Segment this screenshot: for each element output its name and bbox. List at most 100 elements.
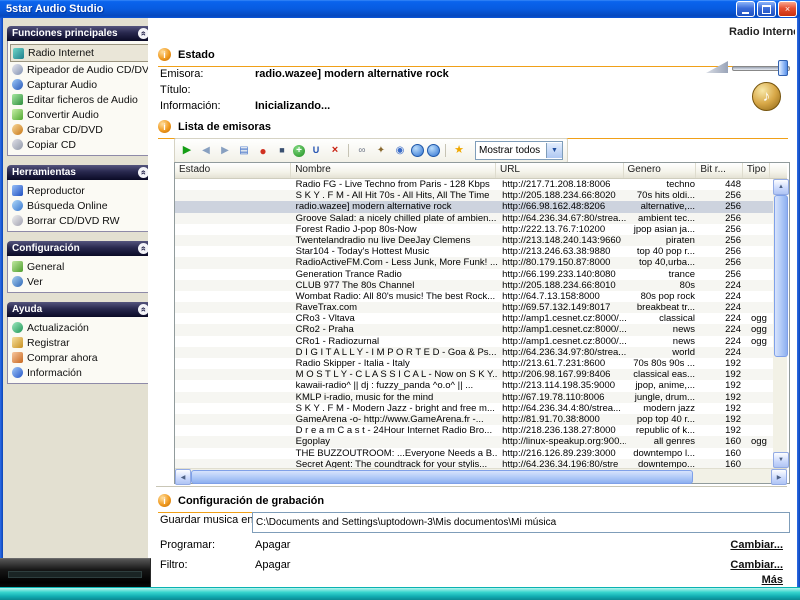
table-row[interactable]: GameArena -o- http://www.GameArena.fr -.… — [175, 413, 773, 426]
volume-control[interactable] — [706, 58, 792, 76]
music-note-button[interactable]: ♪ — [752, 82, 781, 111]
save-path-input[interactable] — [252, 512, 790, 533]
table-row[interactable]: KMLP i-radio, music for the mind http://6… — [175, 391, 773, 403]
add-url-button[interactable]: U — [308, 143, 324, 159]
volume-slider-thumb[interactable] — [778, 60, 788, 76]
table-row[interactable]: Radio FG - Live Techno from Paris - 128 … — [175, 179, 773, 190]
column-header-url[interactable]: URL — [496, 163, 624, 178]
table-row[interactable]: Forest Radio J-pop 80s-Now http://222.13.… — [175, 224, 773, 235]
sidebar-panel-header[interactable]: Configuración « — [7, 241, 152, 256]
cell-genero: jpop, anime,... — [635, 380, 695, 392]
scroll-up-button[interactable]: ▲ — [773, 179, 789, 195]
sidebar-item[interactable]: General — [10, 259, 149, 274]
table-row[interactable]: CRo1 - Radiozurnal http://amp1.cesnet.cz:… — [175, 336, 773, 347]
table-row[interactable]: kawaii-radio^ || dj : fuzzy_panda ^o.o^ … — [175, 380, 773, 391]
stop-button[interactable]: ■ — [274, 143, 290, 159]
scroll-left-button[interactable]: ◀ — [175, 469, 191, 485]
record-button[interactable]: ● — [255, 143, 271, 159]
table-row[interactable]: Generation Trance Radio http://66.199.233… — [175, 269, 773, 280]
table-row[interactable]: Wombat Radio: All 80's music! The best R… — [175, 291, 773, 302]
sidebar-item[interactable]: Radio Internet — [10, 44, 149, 62]
scroll-down-button[interactable]: ▼ — [773, 452, 789, 468]
table-row[interactable]: M O S T L Y - C L A S S I C A L - Now on… — [175, 369, 773, 381]
sidebar-item[interactable]: Reproductor — [10, 183, 149, 198]
tools-button[interactable]: ✦ — [373, 143, 389, 159]
connect-button[interactable]: ∞ — [354, 143, 370, 159]
table-row[interactable]: Twentelandradio nu live DeeJay Clemens ht… — [175, 234, 773, 247]
mas-link[interactable]: Más — [762, 574, 783, 586]
table-row[interactable]: CLUB 977 The 80s Channel http://205.188.2… — [175, 279, 773, 291]
table-row[interactable]: S K Y . F M - Modern Jazz - bright and f… — [175, 403, 773, 414]
internet-button[interactable] — [411, 144, 424, 157]
minimize-button[interactable] — [736, 1, 755, 17]
sidebar-item[interactable]: Comprar ahora — [10, 350, 149, 365]
column-header-nombre[interactable]: Nombre — [291, 163, 496, 178]
column-header-genero[interactable]: Genero — [624, 163, 697, 178]
sidebar-item[interactable]: Registrar — [10, 335, 149, 350]
cell-genero: top 40 pop r... — [636, 246, 695, 258]
sidebar-item[interactable]: Copiar CD — [10, 137, 149, 152]
sidebar-panel-header[interactable]: Herramientas « — [7, 165, 152, 180]
mini-player-window[interactable] — [0, 558, 151, 590]
maximize-button[interactable] — [757, 1, 776, 17]
sidebar-item[interactable]: Búsqueda Online — [10, 198, 149, 213]
table-row[interactable]: D I G I T A L L Y - I M P O R T E D - Go… — [175, 346, 773, 358]
table-row[interactable]: CRo3 - Vltava http://amp1.cesnet.cz:8000/… — [175, 313, 773, 324]
cell-url: http://64.236.34.196:80/stre — [502, 458, 619, 468]
playlist-button[interactable]: ▤ — [236, 143, 252, 159]
table-row[interactable]: D r e a m C a s t - 24Hour Internet Radi… — [175, 425, 773, 436]
close-button[interactable]: × — [778, 1, 797, 17]
title-bar[interactable]: 5star Audio Studio × — [0, 0, 800, 18]
sidebar-item[interactable]: Convertir Audio — [10, 107, 149, 122]
vertical-scrollbar[interactable]: ▲ ▼ — [773, 179, 789, 468]
vertical-scroll-thumb[interactable] — [774, 195, 788, 357]
column-header-tipo[interactable]: Tipo — [743, 163, 770, 178]
cell-url: http://206.98.167.99:8406 — [502, 369, 611, 381]
cambiar-programar-link[interactable]: Cambiar... — [730, 539, 783, 551]
table-row[interactable]: Egoplay http://linux-speakup.org:900... al… — [175, 436, 773, 448]
cell-tipo — [747, 280, 773, 291]
table-row[interactable]: CRo2 - Praha http://amp1.cesnet.cz:8000/.… — [175, 324, 773, 336]
cell-genero: techno — [666, 179, 695, 190]
add-button[interactable]: + — [293, 144, 305, 157]
cell-tipo — [747, 425, 773, 436]
table-row[interactable]: radio.wazee] modern alternative rock http… — [175, 201, 773, 213]
sidebar-item[interactable]: Ver — [10, 274, 149, 289]
play-button[interactable]: ▶ — [179, 143, 195, 159]
delete-button[interactable]: × — [327, 143, 343, 159]
online-button[interactable] — [427, 144, 440, 157]
cell-url: http://69.57.132.149:8017 — [502, 302, 611, 314]
cell-url: http://80.179.150.87:8000 — [502, 257, 611, 269]
horizontal-scrollbar[interactable]: ◀ ▶ — [175, 468, 787, 485]
background-window-strip[interactable] — [0, 587, 800, 600]
previous-button[interactable]: ◀ — [198, 143, 214, 159]
filter-dropdown[interactable]: Mostrar todos ▼ — [475, 141, 563, 160]
preview-button[interactable]: ◉ — [392, 143, 408, 159]
table-row[interactable]: Radio Skipper - Italia - Italy http://213… — [175, 358, 773, 369]
table-row[interactable]: Groove Salad: a nicely chilled plate of … — [175, 212, 773, 224]
sidebar-panel-header[interactable]: Ayuda « — [7, 302, 152, 317]
cell-nombre: Star104 - Today's Hottest Music — [295, 246, 430, 258]
sidebar-panel-header[interactable]: Funciones principales « — [7, 26, 152, 41]
sidebar-item[interactable]: Grabar CD/DVD — [10, 122, 149, 137]
sidebar-item[interactable]: Actualización — [10, 320, 149, 335]
cambiar-filtro-link[interactable]: Cambiar... — [730, 559, 783, 571]
table-row[interactable]: Star104 - Today's Hottest Music http://21… — [175, 246, 773, 257]
horizontal-scroll-thumb[interactable] — [191, 470, 693, 484]
sidebar-item[interactable]: Ripeador de Audio CD/DVD — [10, 62, 149, 77]
sidebar-item[interactable]: Editar ficheros de Audio — [10, 92, 149, 107]
favorites-button[interactable]: ★ — [451, 143, 467, 159]
column-header-bit[interactable]: Bit r... — [696, 163, 743, 178]
scroll-right-button[interactable]: ▶ — [771, 469, 787, 485]
chevron-down-icon[interactable]: ▼ — [546, 143, 562, 158]
table-row[interactable]: THE BUZZOUTROOM: ...Everyone Needs a B..… — [175, 448, 773, 459]
sidebar-item[interactable]: Capturar Audio — [10, 77, 149, 92]
table-row[interactable]: Secret Agent: The coundtrack for your st… — [175, 458, 773, 468]
table-row[interactable]: RadioActiveFM.Com - Less Junk, More Funk… — [175, 257, 773, 269]
table-row[interactable]: S K Y . F M - All Hit 70s - All Hits, Al… — [175, 190, 773, 202]
table-row[interactable]: RaveTrax.com http://69.57.132.149:8017 bre… — [175, 302, 773, 314]
next-button[interactable]: ▶ — [217, 143, 233, 159]
sidebar-item[interactable]: Información — [10, 365, 149, 380]
sidebar-item[interactable]: Borrar CD/DVD RW — [10, 213, 149, 228]
column-header-estado[interactable]: Estado — [175, 163, 292, 178]
